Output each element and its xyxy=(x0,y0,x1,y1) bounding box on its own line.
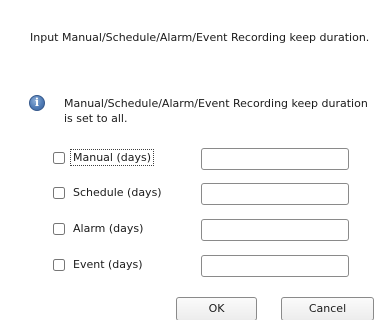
ok-button[interactable]: OK xyxy=(176,297,257,320)
schedule-days-input[interactable] xyxy=(201,183,349,205)
event-days-row: Event (days) xyxy=(53,255,353,277)
alarm-days-label[interactable]: Alarm (days) xyxy=(71,221,145,236)
alarm-days-row: Alarm (days) xyxy=(53,219,353,241)
manual-days-row: Manual (days) xyxy=(53,148,353,170)
keep-duration-dialog: Input Manual/Schedule/Alarm/Event Record… xyxy=(0,0,376,320)
schedule-days-label[interactable]: Schedule (days) xyxy=(71,185,164,200)
event-days-checkbox[interactable] xyxy=(53,259,65,271)
schedule-days-row: Schedule (days) xyxy=(53,183,353,205)
alarm-days-input[interactable] xyxy=(201,219,349,241)
manual-days-input[interactable] xyxy=(201,148,349,170)
alarm-days-checkbox[interactable] xyxy=(53,223,65,235)
event-days-label[interactable]: Event (days) xyxy=(71,257,145,272)
instruction-text: Input Manual/Schedule/Alarm/Event Record… xyxy=(30,31,370,44)
manual-days-checkbox[interactable] xyxy=(53,152,65,164)
cancel-button[interactable]: Cancel xyxy=(281,297,374,320)
schedule-days-checkbox[interactable] xyxy=(53,187,65,199)
event-days-input[interactable] xyxy=(201,255,349,277)
info-icon: i xyxy=(29,95,45,111)
info-message: Manual/Schedule/Alarm/Event Recording ke… xyxy=(64,97,368,125)
manual-days-label[interactable]: Manual (days) xyxy=(69,149,155,166)
